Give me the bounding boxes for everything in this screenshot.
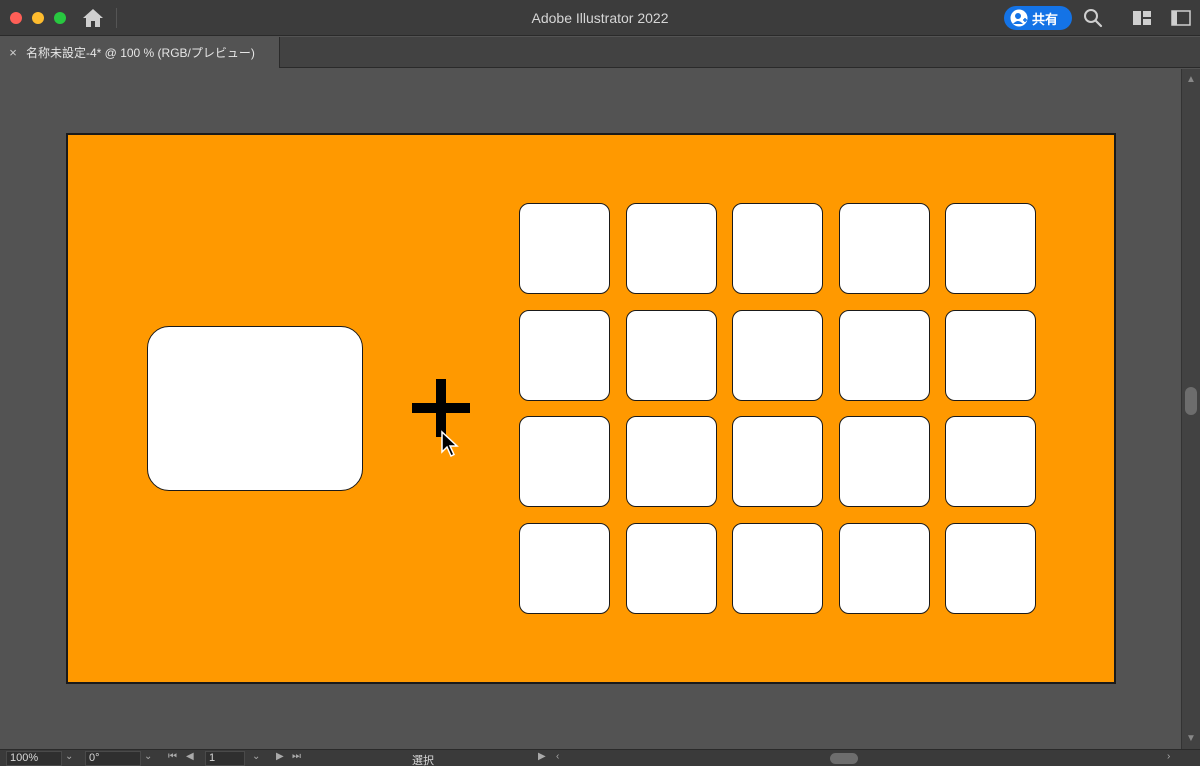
- window-close-button[interactable]: [10, 12, 22, 24]
- grid-rounded-square[interactable]: [732, 416, 823, 507]
- grid-rounded-square[interactable]: [625, 309, 717, 401]
- vertical-scrollbar[interactable]: ▲ ▼: [1181, 69, 1200, 749]
- grid-rounded-square[interactable]: [838, 522, 930, 614]
- workspace-layout-icon[interactable]: [1132, 10, 1152, 26]
- scroll-left-icon[interactable]: ‹: [556, 751, 559, 762]
- grid-rounded-square[interactable]: [625, 203, 717, 294]
- status-bar: 100% ⌄ 0° ⌄ ⏮ ◀ 1 ⌄ ▶ ⏭ 選択 ▶ ‹ ›: [0, 749, 1200, 766]
- grid-rounded-square[interactable]: [838, 309, 930, 401]
- search-icon[interactable]: [1083, 8, 1103, 28]
- grid-rounded-square[interactable]: [519, 416, 610, 507]
- artboard-dropdown-icon[interactable]: ⌄: [252, 751, 260, 762]
- grid-rounded-square[interactable]: [625, 416, 717, 507]
- artboard[interactable]: [66, 133, 1116, 684]
- status-menu-icon[interactable]: ▶: [538, 751, 546, 762]
- grid-rounded-square[interactable]: [732, 203, 823, 294]
- share-button[interactable]: 共有: [1004, 6, 1072, 30]
- window-minimize-button[interactable]: [32, 12, 44, 24]
- cursor-icon: [441, 430, 459, 458]
- last-artboard-icon[interactable]: ⏭: [292, 751, 301, 762]
- horizontal-scroll-thumb[interactable]: [830, 753, 858, 764]
- grid-rounded-square[interactable]: [838, 203, 930, 294]
- document-tab-bar: × 名称未設定-4* @ 100 % (RGB/プレビュー): [0, 37, 1200, 68]
- grid-rounded-square[interactable]: [838, 416, 930, 507]
- grid-rounded-square[interactable]: [945, 309, 1036, 401]
- artboard-number-field[interactable]: 1: [205, 751, 245, 766]
- canvas-area[interactable]: [0, 69, 1181, 749]
- grid-rounded-square[interactable]: [519, 203, 610, 294]
- close-tab-icon[interactable]: ×: [0, 45, 26, 60]
- title-bar: Adobe Illustrator 2022 共有: [0, 0, 1200, 36]
- zoom-dropdown-icon[interactable]: ⌄: [65, 751, 73, 762]
- title-separator: [116, 8, 117, 28]
- current-tool-status[interactable]: 選択: [412, 752, 434, 766]
- rotation-dropdown-icon[interactable]: ⌄: [144, 751, 152, 762]
- vertical-scroll-thumb[interactable]: [1185, 387, 1197, 415]
- user-add-icon: [1010, 9, 1028, 27]
- large-rounded-rectangle[interactable]: [147, 326, 363, 491]
- next-artboard-icon[interactable]: ▶: [276, 751, 284, 762]
- grid-rounded-square[interactable]: [945, 203, 1036, 294]
- grid-rounded-square[interactable]: [732, 309, 823, 401]
- grid-rounded-square[interactable]: [945, 416, 1036, 507]
- previous-artboard-icon[interactable]: ◀: [186, 751, 194, 762]
- document-tab[interactable]: × 名称未設定-4* @ 100 % (RGB/プレビュー): [0, 37, 280, 68]
- window-maximize-button[interactable]: [54, 12, 66, 24]
- grid-rounded-square[interactable]: [519, 522, 610, 614]
- scroll-right-icon[interactable]: ›: [1167, 751, 1170, 762]
- grid-rounded-square[interactable]: [519, 309, 610, 401]
- rotation-field[interactable]: 0°: [85, 751, 141, 766]
- first-artboard-icon[interactable]: ⏮: [168, 751, 177, 762]
- grid-rounded-square[interactable]: [945, 522, 1036, 614]
- home-icon[interactable]: [82, 8, 104, 28]
- share-label: 共有: [1032, 11, 1059, 27]
- scroll-up-icon[interactable]: ▲: [1186, 74, 1196, 85]
- scroll-down-icon[interactable]: ▼: [1186, 733, 1196, 744]
- grid-rounded-square[interactable]: [732, 522, 823, 614]
- document-tab-label: 名称未設定-4* @ 100 % (RGB/プレビュー): [26, 46, 255, 60]
- grid-rounded-square[interactable]: [625, 522, 717, 614]
- zoom-field[interactable]: 100%: [6, 751, 62, 766]
- panel-toggle-icon[interactable]: [1171, 10, 1191, 26]
